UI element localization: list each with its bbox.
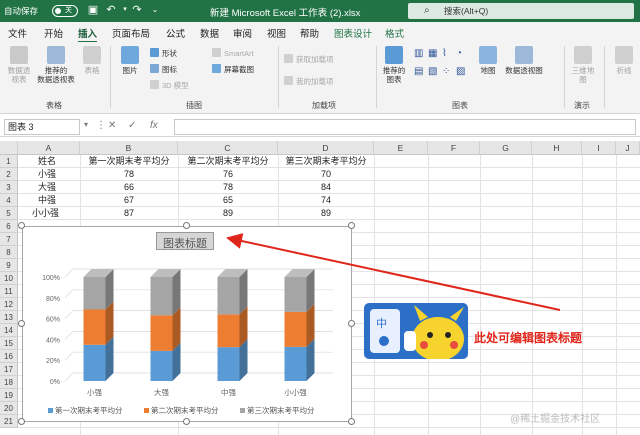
annotation-text: 此处可编辑图表标题 bbox=[474, 331, 583, 345]
svg-text:中: 中 bbox=[376, 317, 387, 330]
sticker-illustration: 中 bbox=[370, 305, 464, 359]
watermark: @稀土掘金技术社区 bbox=[510, 414, 601, 425]
pikachu-sticker: 中 bbox=[364, 303, 468, 359]
annotation-arrow bbox=[226, 233, 561, 311]
